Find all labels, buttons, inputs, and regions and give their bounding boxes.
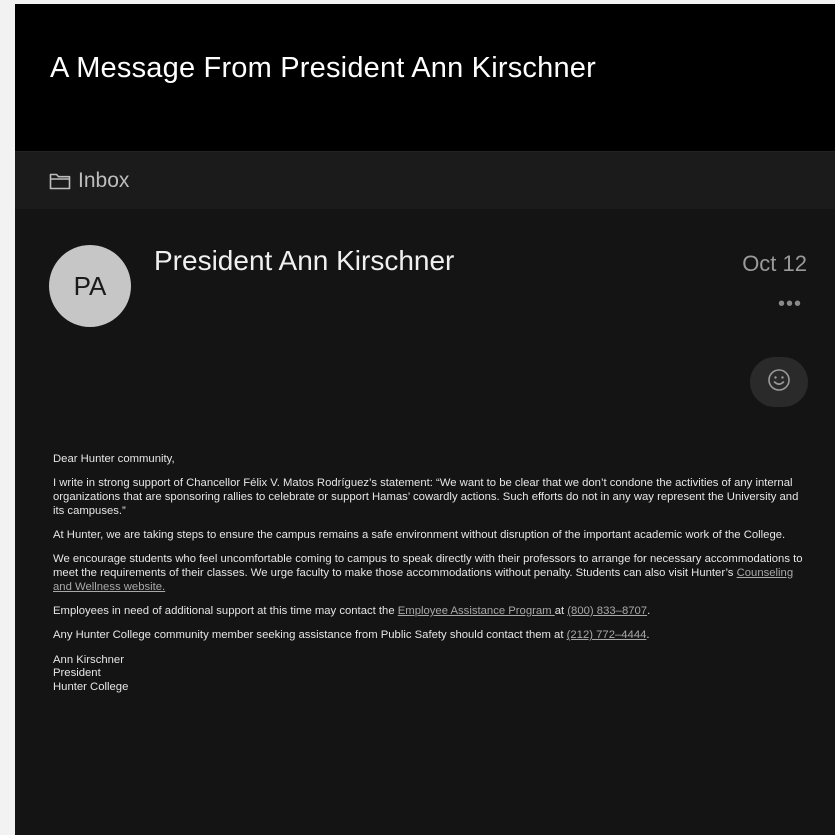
smiley-icon [766,367,792,398]
subject-header: A Message From President Ann Kirschner [15,4,835,151]
body-paragraph-4: Employees in need of additional support … [53,605,805,619]
body-paragraph-1: I write in strong support of Chancellor … [53,477,799,517]
employee-assistance-link[interactable]: Employee Assistance Program [398,605,555,617]
message-date: Oct 12 [742,251,807,276]
signature: Ann Kirschner President Hunter College [53,654,805,695]
paragraph-text: . [647,604,651,617]
message-view: PA President Ann Kirschner Oct 12 ••• De… [15,209,835,835]
paragraph-text: Any Hunter College community member seek… [53,629,567,642]
paragraph-text: . [646,629,650,642]
more-options-button[interactable]: ••• [778,294,802,314]
signature-org: Hunter College [53,680,129,693]
email-body: Dear Hunter community, I write in strong… [53,453,805,705]
eap-phone-link[interactable]: (800) 833–8707 [567,605,647,617]
body-paragraph-5: Any Hunter College community member seek… [53,629,805,643]
sender-name[interactable]: President Ann Kirschner [154,245,454,277]
avatar-initials: PA [73,270,107,301]
body-paragraph-3: We encourage students who feel uncomfort… [53,553,805,594]
folder-bar[interactable]: Inbox [15,151,835,210]
body-paragraph-2: At Hunter, we are taking steps to ensure… [53,528,786,541]
folder-icon [49,172,71,190]
paragraph-text: We encourage students who feel uncomfort… [53,553,803,579]
more-horizontal-icon: ••• [777,293,802,315]
email-subject: A Message From President Ann Kirschner [50,52,596,84]
reaction-button[interactable] [750,357,808,407]
signature-title: President [53,667,101,680]
mail-window: A Message From President Ann Kirschner I… [15,4,835,835]
paragraph-text: Employees in need of additional support … [53,604,398,617]
public-safety-phone-link[interactable]: (212) 772–4444 [567,629,647,641]
signature-name: Ann Kirschner [53,653,124,666]
paragraph-text: at [554,604,568,617]
greeting: Dear Hunter community, [53,453,175,465]
folder-label-inbox: Inbox [78,169,130,192]
sender-avatar[interactable]: PA [49,245,131,327]
